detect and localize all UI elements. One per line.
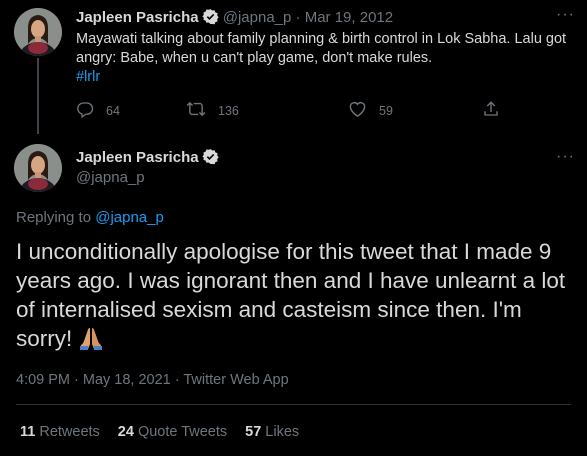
retweet-count: 136 bbox=[218, 103, 239, 118]
reply-button[interactable]: 64 bbox=[76, 100, 120, 121]
share-button[interactable] bbox=[482, 100, 512, 121]
divider bbox=[16, 404, 571, 405]
likes-stat[interactable]: 57 Likes bbox=[245, 424, 299, 440]
main-tweet-avatar-wrap bbox=[14, 144, 62, 192]
replying-to: Replying to @japna_p bbox=[16, 209, 164, 226]
reply-icon bbox=[76, 100, 106, 121]
parent-tweet-text: Mayawati talking about family planning &… bbox=[76, 31, 567, 66]
parent-tweet-body: Mayawati talking about family planning &… bbox=[76, 30, 576, 87]
retweets-label: Retweets bbox=[39, 424, 100, 440]
tweet-timestamp[interactable]: 4:09 PM · May 18, 2021 · Twitter Web App bbox=[16, 372, 289, 388]
avatar[interactable] bbox=[14, 144, 62, 192]
replying-prefix: Replying to bbox=[16, 209, 92, 226]
tweet-actions: 64 136 59 bbox=[76, 100, 506, 122]
author-name[interactable]: Japleen Pasricha bbox=[76, 9, 199, 26]
retweet-icon bbox=[186, 100, 218, 121]
retweets-count: 11 bbox=[20, 424, 36, 440]
more-icon[interactable]: ··· bbox=[556, 6, 575, 24]
thread-connector-line bbox=[37, 58, 39, 134]
author-handle[interactable]: @japna_p bbox=[76, 169, 145, 186]
quote-tweets-count: 24 bbox=[117, 424, 134, 440]
parent-tweet[interactable]: Japleen Pasricha @japna_p · Mar 19, 2012… bbox=[0, 0, 587, 134]
like-icon bbox=[348, 100, 379, 121]
quote-tweets-label: Quote Tweets bbox=[137, 424, 228, 440]
verified-badge-icon bbox=[201, 8, 219, 31]
parent-tweet-header: Japleen Pasricha @japna_p · Mar 19, 2012 bbox=[76, 8, 567, 31]
tweet-stats: 11 Retweets 24 Quote Tweets 57 Likes bbox=[20, 424, 317, 440]
tweet-thread: Japleen Pasricha @japna_p · Mar 19, 2012… bbox=[0, 0, 587, 456]
quote-tweets-stat[interactable]: 24 Quote Tweets bbox=[118, 424, 227, 440]
share-icon bbox=[482, 100, 512, 121]
likes-count: 57 bbox=[245, 424, 262, 440]
main-tweet-body: I unconditionally apologise for this twe… bbox=[16, 237, 576, 358]
separator-dot: · bbox=[295, 9, 301, 26]
like-button[interactable]: 59 bbox=[348, 100, 393, 121]
likes-label: Likes bbox=[265, 424, 300, 440]
retweet-button[interactable]: 136 bbox=[186, 100, 239, 121]
hashtag-link[interactable]: #lrlr bbox=[76, 69, 100, 85]
more-icon[interactable]: ··· bbox=[556, 148, 575, 166]
folded-hands-emoji bbox=[78, 325, 104, 358]
avatar[interactable] bbox=[14, 8, 62, 56]
retweets-stat[interactable]: 11 Retweets bbox=[20, 424, 100, 440]
like-count: 59 bbox=[379, 103, 393, 118]
author-name[interactable]: Japleen Pasricha bbox=[76, 149, 199, 166]
replying-mention-link[interactable]: @japna_p bbox=[95, 209, 164, 226]
author-handle[interactable]: @japna_p bbox=[223, 9, 292, 26]
verified-badge-icon bbox=[201, 148, 219, 171]
reply-count: 64 bbox=[106, 103, 120, 118]
main-tweet-author: Japleen Pasricha bbox=[76, 148, 219, 171]
tweet-date[interactable]: Mar 19, 2012 bbox=[305, 9, 393, 26]
